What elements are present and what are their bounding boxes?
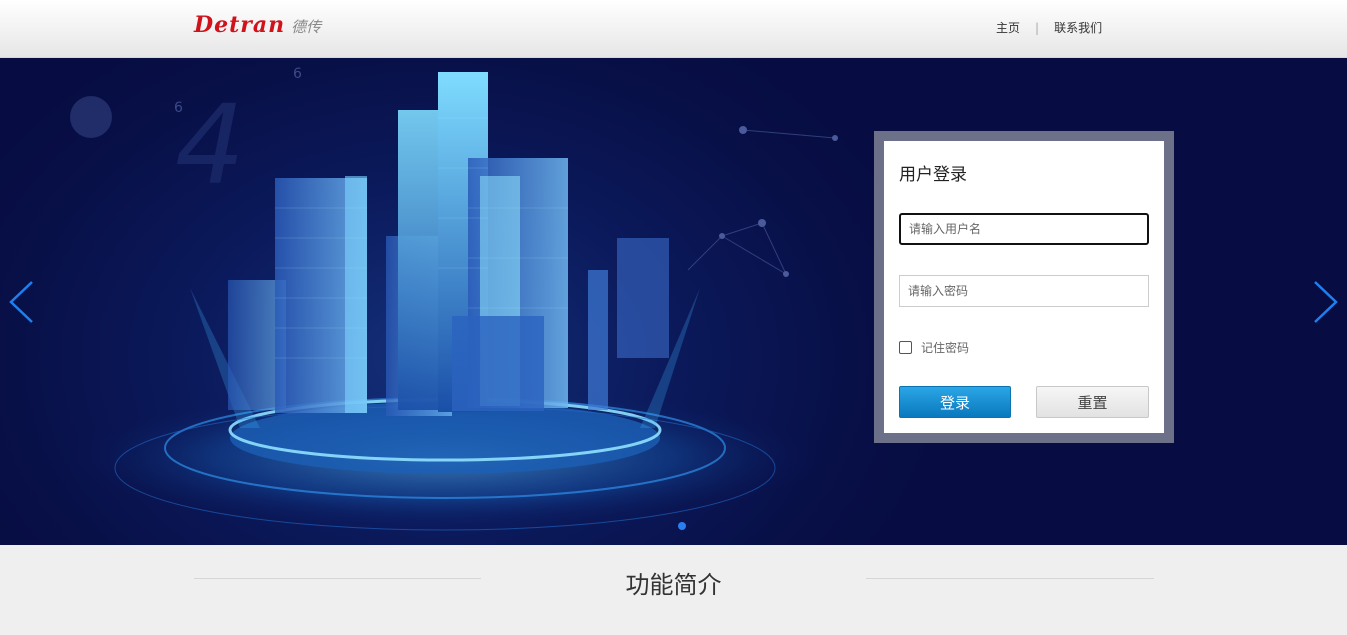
slide-indicator-dot[interactable] <box>678 522 686 530</box>
svg-text:4: 4 <box>175 81 245 209</box>
features-title: 功能简介 <box>625 571 722 599</box>
svg-text:6: 6 <box>293 66 302 82</box>
features-section: 功能简介 <box>0 545 1347 635</box>
reset-button[interactable]: 重置 <box>1036 386 1149 418</box>
top-nav: 主页 | 联系我们 <box>996 19 1102 36</box>
prev-slide-arrow-icon[interactable] <box>8 280 34 324</box>
login-form: 用户登录 记住密码 登录 重置 <box>884 141 1164 433</box>
remember-password-row: 记住密码 <box>899 339 969 356</box>
top-header: Detran 德传 主页 | 联系我们 <box>0 0 1347 58</box>
nav-home-link[interactable]: 主页 <box>996 19 1020 36</box>
logo-text-en: Detran <box>194 12 286 38</box>
svg-text:6: 6 <box>174 100 183 116</box>
nav-separator: | <box>1035 20 1040 35</box>
nav-contact-link[interactable]: 联系我们 <box>1054 19 1102 36</box>
remember-password-label[interactable]: 记住密码 <box>921 339 969 356</box>
username-input[interactable] <box>899 213 1149 245</box>
detran-logo[interactable]: Detran 德传 <box>194 12 321 42</box>
next-slide-arrow-icon[interactable] <box>1313 280 1339 324</box>
login-title: 用户登录 <box>899 165 967 185</box>
login-panel-frame: 用户登录 记住密码 登录 重置 <box>874 131 1174 443</box>
login-button[interactable]: 登录 <box>899 386 1011 418</box>
remember-password-checkbox[interactable] <box>899 341 912 354</box>
logo-text-cn: 德传 <box>291 18 322 36</box>
password-input[interactable] <box>899 275 1149 307</box>
